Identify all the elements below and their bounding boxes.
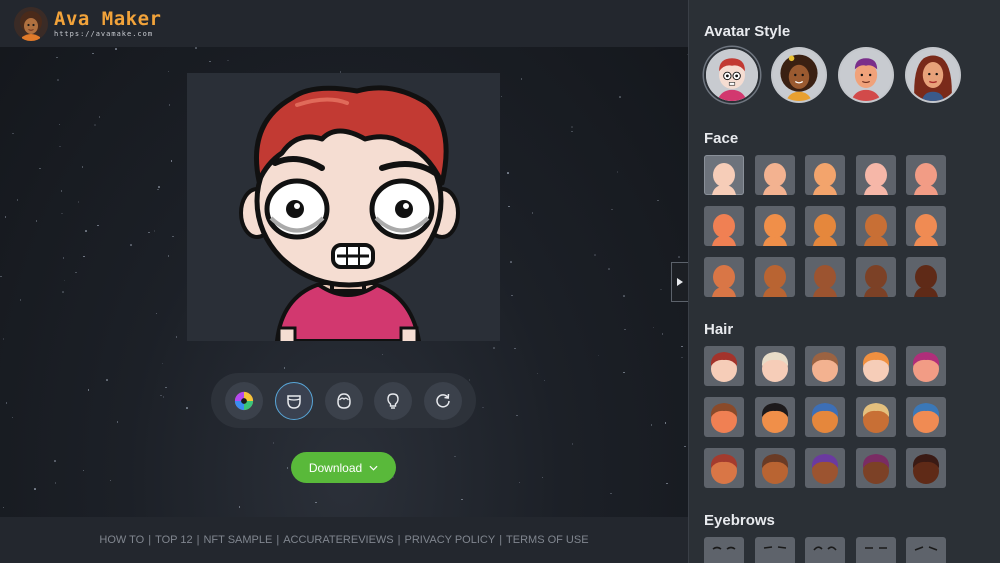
- eyebrows-section-title: Eyebrows: [704, 512, 775, 529]
- avatar-style-options: [704, 47, 961, 103]
- hair-option[interactable]: [754, 346, 795, 386]
- head-outline-icon: [336, 392, 351, 409]
- footer-separator: |: [148, 534, 152, 546]
- caret-right-icon: [677, 278, 683, 286]
- face-option[interactable]: [906, 257, 946, 297]
- light-bulb-icon: [387, 392, 399, 409]
- face-options-grid: [704, 155, 946, 297]
- face-option[interactable]: [855, 257, 896, 297]
- footer-link[interactable]: ACCURATEREVIEWS: [283, 534, 393, 546]
- eyebrow-option[interactable]: [754, 537, 795, 563]
- face-option[interactable]: [754, 155, 795, 195]
- avatar-style-cartoon-boy[interactable]: [704, 47, 760, 103]
- hair-option[interactable]: [805, 448, 845, 488]
- avatar-style-title: Avatar Style: [704, 23, 791, 40]
- hair-option[interactable]: [855, 346, 896, 386]
- eyebrow-option[interactable]: [704, 537, 744, 563]
- face-option[interactable]: [855, 155, 896, 195]
- options-panel: Avatar Style Face Hair Eyebrows: [688, 0, 1000, 563]
- avatar-stage: Ava Maker https://avamake.com Download H…: [0, 0, 688, 563]
- footer-link[interactable]: NFT SAMPLE: [203, 534, 272, 546]
- app-title: Ava Maker: [54, 7, 162, 30]
- download-button[interactable]: Download: [291, 452, 396, 483]
- refresh-button[interactable]: [424, 381, 462, 420]
- hair-section-title: Hair: [704, 321, 734, 338]
- footer-separator: |: [499, 534, 503, 546]
- face-option[interactable]: [704, 257, 744, 297]
- footer-link[interactable]: TERMS OF USE: [506, 534, 589, 546]
- color-wheel-icon: [234, 391, 254, 410]
- face-option[interactable]: [906, 155, 946, 195]
- logo[interactable]: Ava Maker https://avamake.com: [54, 7, 162, 38]
- hair-option[interactable]: [704, 346, 744, 386]
- hair-option[interactable]: [906, 346, 946, 386]
- editor-toolbar: [211, 373, 476, 428]
- face-shape-button[interactable]: [274, 381, 313, 420]
- chevron-down-icon: [369, 465, 378, 471]
- hair-option[interactable]: [805, 346, 845, 386]
- hair-option[interactable]: [805, 397, 845, 437]
- footer-separator: |: [196, 534, 200, 546]
- face-option[interactable]: [906, 206, 946, 246]
- head-outline-button[interactable]: [324, 381, 363, 420]
- footer-separator: |: [276, 534, 280, 546]
- refresh-icon: [436, 393, 450, 408]
- face-option[interactable]: [805, 206, 845, 246]
- footer-link[interactable]: HOW TO: [99, 534, 144, 546]
- hair-option[interactable]: [855, 397, 896, 437]
- face-shape-icon: [287, 394, 301, 409]
- hair-option[interactable]: [754, 397, 795, 437]
- hair-option[interactable]: [906, 397, 946, 437]
- footer-link[interactable]: TOP 12: [155, 534, 193, 546]
- eyebrows-options-grid: [704, 537, 946, 563]
- hair-option[interactable]: [855, 448, 896, 488]
- footer-link[interactable]: PRIVACY POLICY: [405, 534, 496, 546]
- avatar-style-curly-girl[interactable]: [771, 47, 827, 103]
- panel-toggle-button[interactable]: [671, 262, 688, 302]
- face-option[interactable]: [704, 155, 744, 195]
- avatar-style-man[interactable]: [838, 47, 894, 103]
- face-option[interactable]: [754, 206, 795, 246]
- hair-option[interactable]: [906, 448, 946, 488]
- hair-option[interactable]: [704, 397, 744, 437]
- app-url: https://avamake.com: [54, 29, 154, 38]
- face-option[interactable]: [855, 206, 896, 246]
- footer: HOW TO | TOP 12 | NFT SAMPLE | ACCURATEREVIEWS…: [0, 517, 688, 563]
- face-option[interactable]: [805, 257, 845, 297]
- top-bar: Ava Maker https://avamake.com: [0, 0, 688, 47]
- footer-separator: |: [397, 534, 401, 546]
- hair-option[interactable]: [754, 448, 795, 488]
- face-option[interactable]: [704, 206, 744, 246]
- face-section-title: Face: [704, 130, 739, 147]
- eyebrow-option[interactable]: [855, 537, 896, 563]
- face-option[interactable]: [805, 155, 845, 195]
- idea-bulb-button[interactable]: [374, 381, 413, 420]
- avatar-style-woman[interactable]: [905, 47, 961, 103]
- avatar-preview-image: [239, 85, 460, 341]
- color-wheel-button[interactable]: [225, 381, 263, 420]
- logo-avatar-icon[interactable]: [14, 6, 48, 41]
- download-label: Download: [308, 460, 363, 475]
- eyebrow-option[interactable]: [906, 537, 946, 563]
- eyebrow-option[interactable]: [805, 537, 845, 563]
- avatar-preview: [187, 73, 500, 341]
- hair-options-grid: [704, 346, 946, 488]
- face-option[interactable]: [754, 257, 795, 297]
- hair-option[interactable]: [704, 448, 744, 488]
